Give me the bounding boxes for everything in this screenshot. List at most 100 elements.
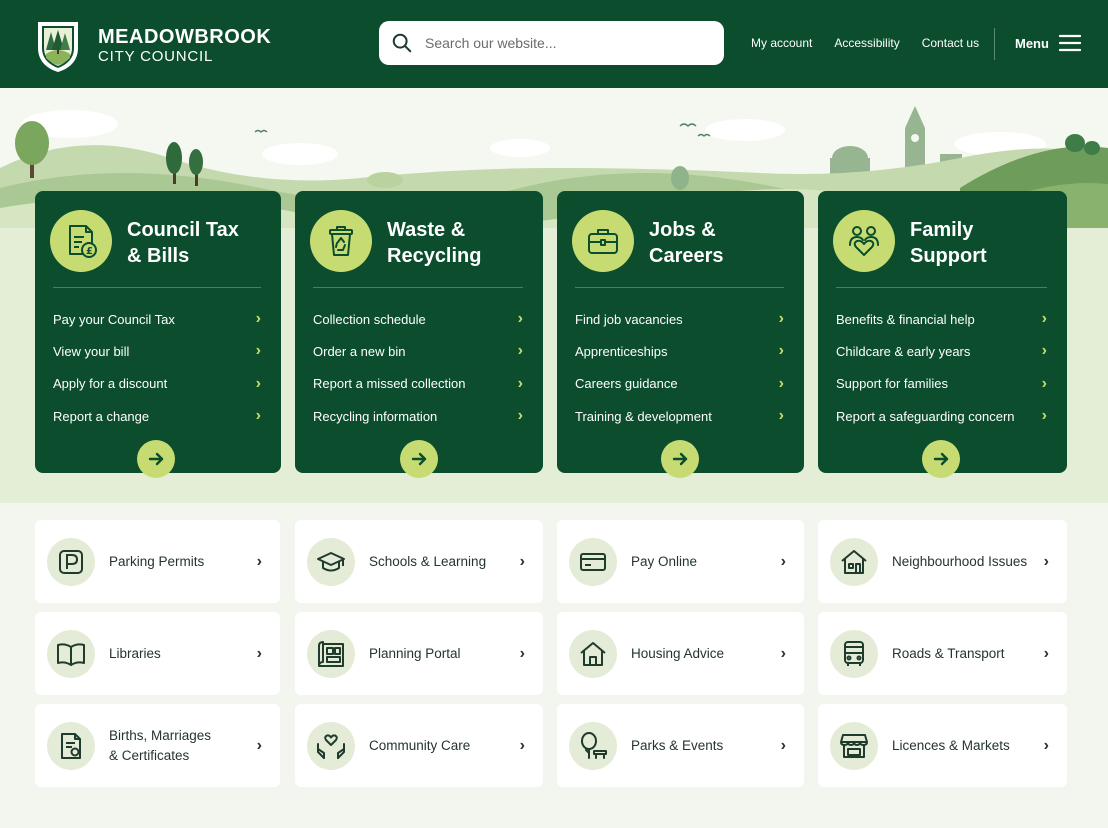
- tile-roads-transport[interactable]: Roads & Transport ›: [818, 612, 1067, 695]
- council-logo[interactable]: MEADOWBROOK CITY COUNCIL: [34, 18, 271, 74]
- card-title[interactable]: Waste & Recycling: [387, 217, 537, 269]
- chevron-right-icon: ›: [1041, 342, 1047, 360]
- link-benefits-help[interactable]: Benefits & financial help ›: [836, 303, 1047, 335]
- link-label: Benefits & financial help: [836, 311, 975, 327]
- logo-title: MEADOWBROOK: [98, 26, 272, 48]
- link-recycling-info[interactable]: Recycling information ›: [313, 400, 523, 432]
- chevron-right-icon: ›: [1041, 407, 1047, 425]
- card-title[interactable]: Council Tax & Bills: [127, 217, 277, 269]
- tile-community-care[interactable]: Community Care ›: [295, 704, 543, 787]
- chevron-right-icon: ›: [780, 736, 786, 754]
- link-label: Apprenticeships: [575, 343, 668, 359]
- link-careers-guidance[interactable]: Careers guidance ›: [575, 368, 784, 400]
- card-arrow-button[interactable]: [137, 440, 175, 478]
- card-link-list: Find job vacancies › Apprenticeships › Car…: [575, 303, 784, 432]
- link-training-development[interactable]: Training & development ›: [575, 400, 784, 432]
- link-view-bill[interactable]: View your bill ›: [53, 335, 261, 367]
- accessibility-link[interactable]: Accessibility: [834, 36, 899, 50]
- link-report-change[interactable]: Report a change ›: [53, 400, 261, 432]
- card-waste-recycling: Waste & Recycling Collection schedule › O…: [295, 191, 543, 478]
- tile-label: Planning Portal: [369, 645, 461, 661]
- utility-nav: My account Accessibility Contact us: [751, 36, 979, 50]
- chevron-right-icon: ›: [256, 552, 262, 570]
- link-apprenticeships[interactable]: Apprenticeships ›: [575, 335, 784, 367]
- chevron-right-icon: ›: [1043, 736, 1049, 754]
- card-title[interactable]: Jobs & Careers: [649, 217, 799, 269]
- chevron-right-icon: ›: [519, 552, 525, 570]
- card-arrow-button[interactable]: [400, 440, 438, 478]
- neighbourhood-house-icon: [830, 537, 878, 586]
- logo-subtitle: CITY COUNCIL: [98, 48, 214, 65]
- chevron-right-icon: ›: [519, 736, 525, 754]
- hamburger-icon: [1058, 34, 1081, 52]
- tile-libraries[interactable]: Libraries ›: [35, 612, 280, 695]
- menu-label: Menu: [1015, 35, 1049, 51]
- link-label: Training & development: [575, 408, 712, 424]
- link-apply-discount[interactable]: Apply for a discount ›: [53, 368, 261, 400]
- chevron-right-icon: ›: [519, 644, 525, 662]
- card-divider: [575, 287, 784, 288]
- tile-label: Community Care: [369, 737, 471, 753]
- link-missed-collection[interactable]: Report a missed collection ›: [313, 368, 523, 400]
- planning-blueprint-icon: [307, 629, 355, 678]
- tile-label: Births, Marriages & Certificates: [109, 726, 257, 766]
- tile-parks-events[interactable]: Parks & Events ›: [557, 704, 804, 787]
- my-account-link[interactable]: My account: [751, 36, 812, 50]
- card-arrow-button[interactable]: [661, 440, 699, 478]
- card-link-list: Benefits & financial help › Childcare & e…: [836, 303, 1047, 432]
- link-support-families[interactable]: Support for families ›: [836, 368, 1047, 400]
- house-icon: [569, 629, 617, 678]
- tile-pay-online[interactable]: Pay Online ›: [557, 520, 804, 603]
- tile-births-marriages[interactable]: Births, Marriages & Certificates ›: [35, 704, 280, 787]
- link-label: Pay your Council Tax: [53, 311, 175, 327]
- card-divider: [313, 287, 523, 288]
- card-arrow-button[interactable]: [922, 440, 960, 478]
- tile-parking-permits[interactable]: Parking Permits ›: [35, 520, 280, 603]
- tile-housing-advice[interactable]: Housing Advice ›: [557, 612, 804, 695]
- family-heart-icon: [833, 210, 895, 272]
- link-label: Apply for a discount: [53, 376, 168, 392]
- tile-schools-learning[interactable]: Schools & Learning ›: [295, 520, 543, 603]
- bus-icon: [830, 629, 878, 678]
- chevron-right-icon: ›: [256, 736, 262, 754]
- card-family-support: Family Support Benefits & financial help…: [818, 191, 1067, 478]
- link-pay-council-tax[interactable]: Pay your Council Tax ›: [53, 303, 261, 335]
- link-label: Report a missed collection: [313, 376, 466, 392]
- link-label: Find job vacancies: [575, 311, 683, 327]
- contact-us-link[interactable]: Contact us: [922, 36, 979, 50]
- tile-label: Libraries: [109, 645, 161, 661]
- link-label: Collection schedule: [313, 311, 426, 327]
- arrow-right-icon: [933, 452, 949, 466]
- chevron-right-icon: ›: [255, 342, 261, 360]
- tile-label: Housing Advice: [631, 645, 725, 661]
- credit-card-icon: [569, 537, 617, 586]
- link-job-vacancies[interactable]: Find job vacancies ›: [575, 303, 784, 335]
- link-label: Order a new bin: [313, 343, 406, 359]
- chevron-right-icon: ›: [255, 310, 261, 328]
- tile-label: Parking Permits: [109, 553, 205, 569]
- chevron-right-icon: ›: [780, 552, 786, 570]
- link-label: Recycling information: [313, 408, 438, 424]
- park-tree-icon: [569, 721, 617, 770]
- search-icon[interactable]: [391, 32, 413, 54]
- link-childcare[interactable]: Childcare & early years ›: [836, 335, 1047, 367]
- link-collection-schedule[interactable]: Collection schedule ›: [313, 303, 523, 335]
- card-link-list: Pay your Council Tax › View your bill › Ap…: [53, 303, 261, 432]
- search-input[interactable]: [425, 35, 695, 51]
- svg-text:£: £: [86, 246, 93, 257]
- card-title-line1: Jobs &: [649, 219, 716, 241]
- site-header: MEADOWBROOK CITY COUNCIL My account Acce…: [0, 0, 1108, 88]
- tile-neighbourhood-issues[interactable]: Neighbourhood Issues ›: [818, 520, 1067, 603]
- tile-planning-portal[interactable]: Planning Portal ›: [295, 612, 543, 695]
- menu-button[interactable]: Menu: [1015, 34, 1081, 52]
- tile-licences-markets[interactable]: Licences & Markets ›: [818, 704, 1067, 787]
- card-title[interactable]: Family Support: [910, 217, 1060, 269]
- link-order-bin[interactable]: Order a new bin ›: [313, 335, 523, 367]
- chevron-right-icon: ›: [255, 374, 261, 392]
- link-safeguarding[interactable]: Report a safeguarding concern ›: [836, 400, 1047, 432]
- tile-label: Licences & Markets: [892, 737, 1010, 753]
- chevron-right-icon: ›: [1043, 644, 1049, 662]
- card-title-line2: & Bills: [127, 245, 190, 267]
- chevron-right-icon: ›: [1043, 552, 1049, 570]
- certificate-icon: [47, 721, 95, 770]
